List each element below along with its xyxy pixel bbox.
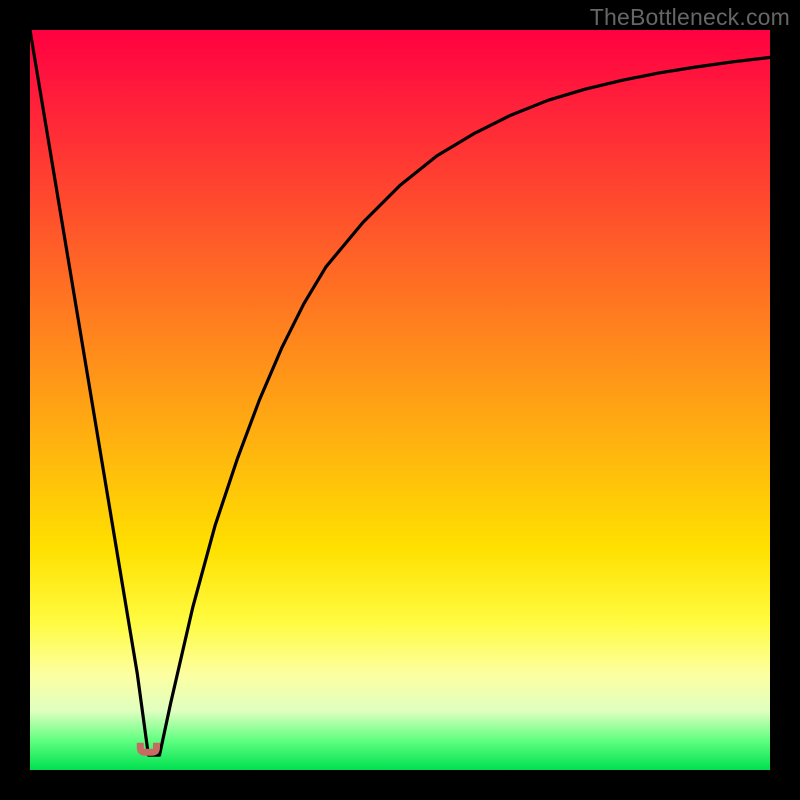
- plot-area: [30, 30, 770, 770]
- watermark-text: TheBottleneck.com: [590, 4, 790, 31]
- optimum-marker: [137, 743, 159, 755]
- curve-svg: [30, 30, 770, 770]
- bottleneck-curve: [30, 30, 770, 755]
- chart-frame: TheBottleneck.com: [0, 0, 800, 800]
